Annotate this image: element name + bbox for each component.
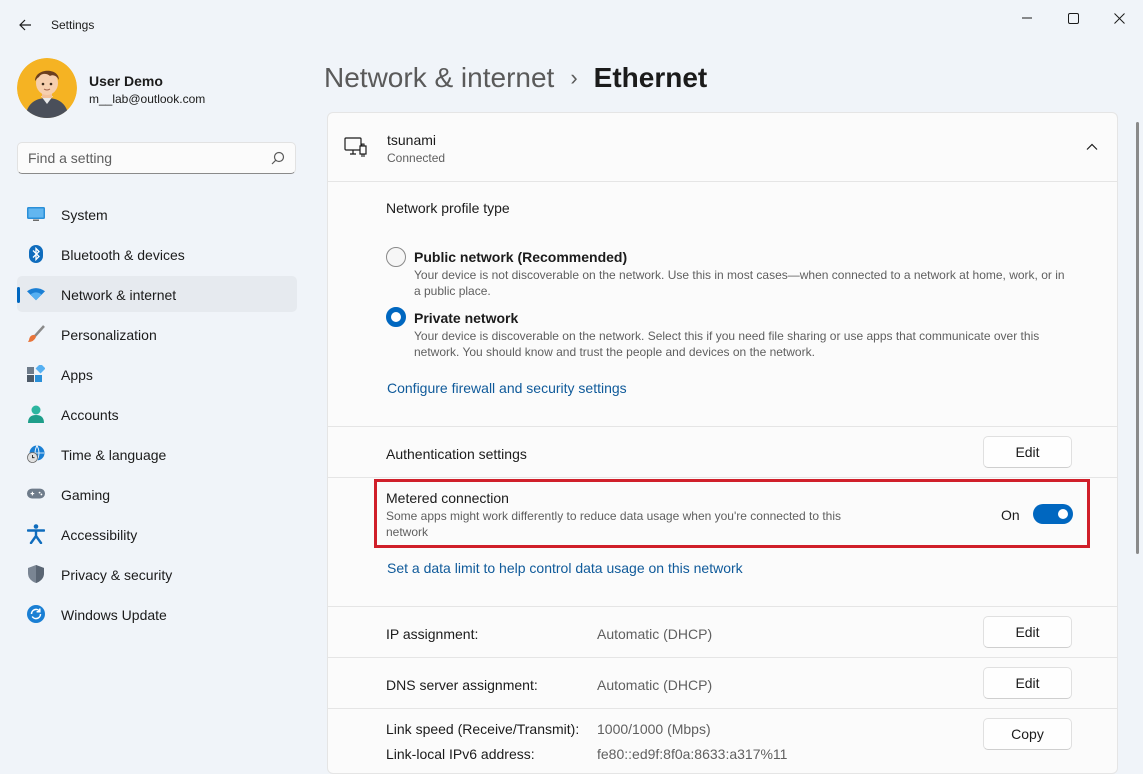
search-box[interactable] [17, 142, 296, 174]
sidebar-item-privacy-security[interactable]: Privacy & security [17, 556, 297, 592]
divider [328, 708, 1117, 709]
sidebar-item-apps[interactable]: Apps [17, 356, 297, 392]
ipv6-label: Link-local IPv6 address: [386, 746, 535, 762]
ethernet-icon [344, 137, 367, 157]
sidebar-item-label: Apps [61, 367, 93, 383]
ethernet-header[interactable]: tsunami Connected [328, 113, 1117, 181]
link-speed-value: 1000/1000 (Mbps) [597, 721, 711, 737]
brush-icon [27, 325, 45, 343]
back-button[interactable] [12, 12, 38, 38]
sidebar-item-personalization[interactable]: Personalization [17, 316, 297, 352]
user-email: m__lab@outlook.com [89, 92, 206, 106]
highlight-box [374, 479, 1090, 548]
apps-icon [27, 365, 45, 383]
arrow-left-icon [19, 19, 31, 31]
sidebar-item-label: System [61, 207, 108, 223]
monitor-icon [27, 205, 45, 223]
accessibility-icon [27, 524, 45, 544]
search-input[interactable] [28, 150, 258, 166]
dns-edit-button[interactable]: Edit [983, 667, 1072, 699]
private-network-title[interactable]: Private network [414, 310, 518, 326]
sidebar-item-label: Personalization [61, 327, 157, 343]
sidebar-item-bluetooth-devices[interactable]: Bluetooth & devices [17, 236, 297, 272]
sidebar-item-system[interactable]: System [17, 196, 297, 232]
avatar[interactable] [17, 58, 77, 118]
minimize-button[interactable] [1007, 8, 1047, 28]
ip-assignment-value: Automatic (DHCP) [597, 626, 713, 642]
search-icon[interactable] [271, 151, 285, 165]
divider [328, 606, 1117, 607]
network-name: tsunami [387, 132, 437, 148]
firewall-settings-link[interactable]: Configure firewall and security settings [387, 380, 627, 396]
sidebar-item-gaming[interactable]: Gaming [17, 476, 297, 512]
breadcrumb-parent[interactable]: Network & internet [324, 62, 554, 94]
maximize-icon [1067, 12, 1079, 24]
page-title: Ethernet [593, 62, 708, 93]
user-name: User Demo [89, 73, 163, 89]
sidebar-item-label: Bluetooth & devices [61, 247, 185, 263]
close-icon [1113, 12, 1125, 24]
public-network-radio[interactable] [386, 247, 406, 267]
sidebar-item-label: Network & internet [61, 287, 177, 303]
sidebar-item-label: Privacy & security [61, 567, 173, 583]
close-button[interactable] [1099, 8, 1139, 28]
data-limit-link[interactable]: Set a data limit to help control data us… [387, 560, 743, 576]
ip-edit-button[interactable]: Edit [983, 616, 1072, 648]
private-network-radio[interactable] [386, 307, 406, 327]
private-network-desc: Your device is discoverable on the netwo… [414, 329, 1040, 359]
sidebar-item-label: Gaming [61, 487, 111, 503]
profile-heading: Network profile type [386, 200, 510, 216]
globe-clock-icon [27, 445, 45, 463]
title-bar: Settings [0, 0, 1143, 48]
minimize-icon [1022, 17, 1032, 19]
update-icon [27, 605, 45, 623]
ip-assignment-label: IP assignment: [386, 626, 479, 642]
link-speed-label: Link speed (Receive/Transmit): [386, 721, 580, 737]
breadcrumb-separator: › [570, 65, 578, 90]
user-avatar-icon [17, 58, 77, 118]
breadcrumb: Network & internet › Ethernet [324, 58, 707, 98]
dns-assignment-label: DNS server assignment: [386, 677, 538, 693]
sidebar-nav: System Bluetooth & devices Network & int… [17, 196, 297, 636]
wifi-icon [27, 285, 45, 303]
ipv6-value: fe80::ed9f:8f0a:8633:a317%11 [597, 746, 788, 762]
connection-status: Connected [387, 151, 446, 165]
shield-icon [27, 565, 45, 583]
sidebar-item-label: Accessibility [61, 527, 138, 543]
app-title: Settings [51, 18, 95, 32]
sidebar-item-time-language[interactable]: Time & language [17, 436, 297, 472]
sidebar-item-windows-update[interactable]: Windows Update [17, 596, 297, 632]
dns-assignment-value: Automatic (DHCP) [597, 677, 713, 693]
scrollbar[interactable] [1136, 122, 1139, 554]
maximize-button[interactable] [1053, 8, 1093, 28]
sidebar-item-network-internet[interactable]: Network & internet [17, 276, 297, 312]
divider [328, 181, 1117, 182]
divider [328, 657, 1117, 658]
divider [328, 477, 1117, 478]
ethernet-card: tsunami Connected Network profile type P… [327, 112, 1118, 774]
person-icon [27, 405, 45, 423]
gamepad-icon [27, 485, 45, 503]
copy-button[interactable]: Copy [983, 718, 1072, 750]
sidebar-item-label: Accounts [61, 407, 119, 423]
auth-settings-label: Authentication settings [386, 446, 527, 462]
sidebar-item-label: Windows Update [61, 607, 167, 623]
chevron-up-icon[interactable] [1084, 139, 1100, 155]
public-network-desc: Your device is not discoverable on the n… [414, 268, 1065, 298]
sidebar-item-accessibility[interactable]: Accessibility [17, 516, 297, 552]
sidebar-item-label: Time & language [61, 447, 167, 463]
divider [328, 426, 1117, 427]
sidebar-item-accounts[interactable]: Accounts [17, 396, 297, 432]
auth-edit-button[interactable]: Edit [983, 436, 1072, 468]
bluetooth-icon [27, 245, 45, 263]
public-network-title[interactable]: Public network (Recommended) [414, 249, 627, 265]
